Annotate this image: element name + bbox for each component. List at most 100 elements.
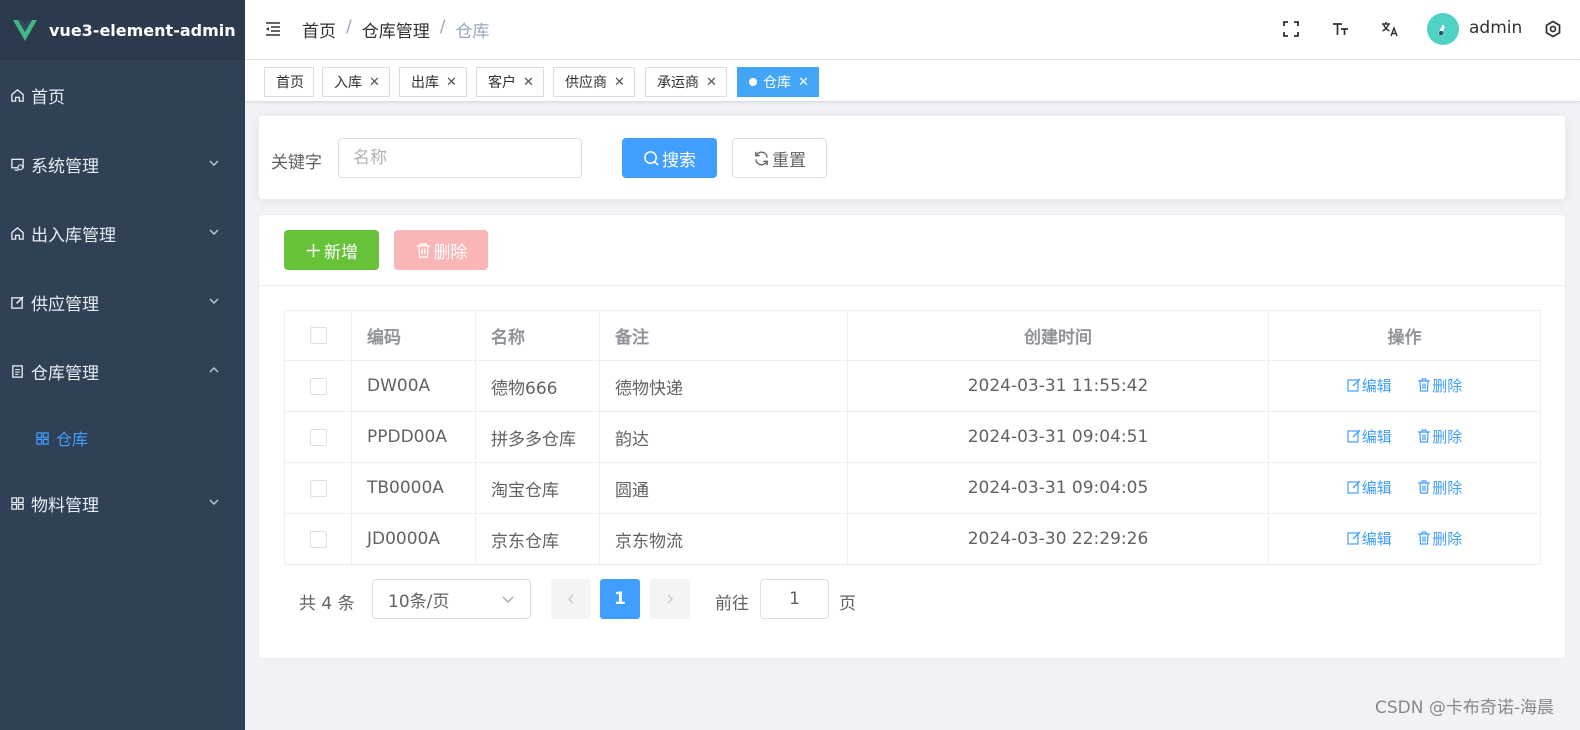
sidebar-item-supply[interactable]: 供应管理 bbox=[0, 274, 245, 330]
row-checkbox[interactable] bbox=[309, 479, 327, 497]
row-checkbox[interactable] bbox=[309, 377, 327, 395]
close-icon[interactable]: ✕ bbox=[446, 75, 457, 90]
edit-button[interactable]: 编辑 bbox=[1347, 528, 1392, 549]
cell-actions: 编辑 删除 bbox=[1268, 411, 1541, 463]
breadcrumb-item-current: 仓库 bbox=[455, 22, 490, 42]
table-row: DW00A 德物666 德物快递 2024-03-31 11:55:42 编辑 … bbox=[284, 360, 1541, 412]
chevron-down-icon bbox=[209, 298, 219, 304]
chevron-down-icon bbox=[209, 229, 219, 235]
page-button-current[interactable]: 1 bbox=[600, 579, 640, 619]
chevron-left-icon bbox=[568, 594, 574, 604]
app-title: vue3-element-admin bbox=[49, 20, 236, 40]
edit-button[interactable]: 编辑 bbox=[1347, 375, 1392, 396]
avatar[interactable] bbox=[1427, 13, 1459, 45]
column-header-name[interactable]: 名称 bbox=[475, 310, 600, 361]
document-icon bbox=[9, 363, 25, 379]
refresh-icon bbox=[755, 150, 768, 166]
tags-view: 首页 入库 ✕ 出库 ✕ 客户 ✕ 供应商 ✕ 承运商 ✕ 仓库 ✕ bbox=[245, 60, 1580, 102]
pagination-total: 共 4 条 bbox=[299, 594, 355, 614]
sidebar-item-home[interactable]: 首页 bbox=[0, 67, 245, 123]
active-dot-icon bbox=[749, 78, 757, 86]
fullscreen-icon[interactable] bbox=[1281, 19, 1301, 39]
tag-label: 供应商 bbox=[565, 75, 607, 91]
vue-logo-icon bbox=[13, 20, 37, 41]
delete-label: 删除 bbox=[1432, 376, 1463, 395]
keyword-input[interactable] bbox=[338, 138, 582, 178]
sidebar-item-warehouse-mgmt[interactable]: 仓库管理 bbox=[0, 343, 245, 399]
font-size-icon[interactable] bbox=[1331, 19, 1351, 39]
table-row: PPDD00A 拼多多仓库 韵达 2024-03-31 09:04:51 编辑 … bbox=[284, 411, 1541, 463]
sidebar-item-label: 物料管理 bbox=[31, 495, 99, 516]
cell-time: 2024-03-31 09:04:05 bbox=[847, 462, 1269, 514]
goto-page-input[interactable] bbox=[760, 579, 829, 619]
reset-button[interactable]: 重置 bbox=[732, 138, 827, 178]
goto-suffix: 页 bbox=[839, 594, 856, 614]
row-checkbox[interactable] bbox=[309, 428, 327, 446]
tag-carrier[interactable]: 承运商 ✕ bbox=[645, 67, 727, 97]
column-header-time[interactable]: 创建时间 bbox=[847, 310, 1269, 361]
tag-outbound[interactable]: 出库 ✕ bbox=[399, 67, 467, 97]
next-page-button[interactable] bbox=[650, 579, 690, 619]
chevron-right-icon bbox=[667, 594, 673, 604]
language-icon[interactable] bbox=[1380, 19, 1400, 39]
row-checkbox[interactable] bbox=[309, 530, 327, 548]
sidebar: vue3-element-admin 首页 系统管理 出入库管理 供应管理 仓库… bbox=[0, 0, 245, 730]
hamburger-icon[interactable] bbox=[264, 20, 282, 38]
breadcrumb-item-home[interactable]: 首页 bbox=[302, 17, 336, 42]
edit-label: 编辑 bbox=[1361, 529, 1392, 548]
sidebar-item-warehouse[interactable]: 仓库 bbox=[0, 410, 245, 466]
navbar: 首页 / 仓库管理 / 仓库 admin bbox=[245, 0, 1580, 60]
table-row: TB0000A 淘宝仓库 圆通 2024-03-31 09:04:05 编辑 删… bbox=[284, 462, 1541, 514]
keyword-label: 关键字 bbox=[271, 153, 322, 173]
cell-actions: 编辑 删除 bbox=[1268, 513, 1541, 565]
cell-code: PPDD00A bbox=[351, 411, 476, 463]
table-card: 新增 删除 编码 名称 备注 创建时间 操作 DW00A 德物666 德物快递 … bbox=[258, 214, 1566, 659]
cell-name: 德物666 bbox=[475, 360, 600, 412]
logo[interactable]: vue3-element-admin bbox=[0, 0, 245, 60]
close-icon[interactable]: ✕ bbox=[798, 75, 809, 90]
tag-label: 首页 bbox=[276, 75, 304, 91]
cell-note: 京东物流 bbox=[599, 513, 848, 565]
sidebar-item-label: 首页 bbox=[31, 87, 65, 108]
search-button[interactable]: 搜索 bbox=[622, 138, 717, 178]
sidebar-item-system[interactable]: 系统管理 bbox=[0, 136, 245, 192]
cell-code: JD0000A bbox=[351, 513, 476, 565]
cell-name: 京东仓库 bbox=[475, 513, 600, 565]
tag-supplier[interactable]: 供应商 ✕ bbox=[553, 67, 635, 97]
chevron-up-icon bbox=[209, 367, 219, 373]
column-header-note[interactable]: 备注 bbox=[599, 310, 848, 361]
edit-button[interactable]: 编辑 bbox=[1347, 477, 1392, 498]
add-button[interactable]: 新增 bbox=[284, 230, 379, 270]
close-icon[interactable]: ✕ bbox=[369, 75, 380, 90]
delete-button[interactable]: 删除 bbox=[1417, 477, 1462, 498]
sidebar-item-inout[interactable]: 出入库管理 bbox=[0, 205, 245, 261]
breadcrumb-item-warehouse-mgmt[interactable]: 仓库管理 bbox=[362, 17, 430, 42]
row-select-cell bbox=[284, 360, 352, 412]
username[interactable]: admin bbox=[1469, 18, 1522, 38]
tag-customer[interactable]: 客户 ✕ bbox=[476, 67, 544, 97]
page-size-select[interactable]: 10条/页 bbox=[372, 579, 531, 619]
trash-icon bbox=[1418, 429, 1431, 443]
search-button-label: 搜索 bbox=[662, 150, 696, 171]
sidebar-item-label: 供应管理 bbox=[31, 294, 99, 315]
edit-button[interactable]: 编辑 bbox=[1347, 426, 1392, 447]
delete-button[interactable]: 删除 bbox=[1417, 375, 1462, 396]
tag-inbound[interactable]: 入库 ✕ bbox=[322, 67, 390, 97]
tag-home[interactable]: 首页 bbox=[264, 67, 314, 97]
search-icon bbox=[644, 150, 659, 166]
sidebar-item-material[interactable]: 物料管理 bbox=[0, 475, 245, 531]
close-icon[interactable]: ✕ bbox=[614, 75, 625, 90]
select-all-checkbox[interactable] bbox=[309, 327, 327, 344]
prev-page-button[interactable] bbox=[551, 579, 591, 619]
settings-icon[interactable] bbox=[1543, 19, 1563, 39]
grid-icon bbox=[34, 430, 50, 446]
delete-button[interactable]: 删除 bbox=[1417, 426, 1462, 447]
row-select-cell bbox=[284, 411, 352, 463]
close-icon[interactable]: ✕ bbox=[523, 75, 534, 90]
close-icon[interactable]: ✕ bbox=[706, 75, 717, 90]
add-button-label: 新增 bbox=[324, 242, 358, 263]
delete-button[interactable]: 删除 bbox=[1417, 528, 1462, 549]
column-header-code[interactable]: 编码 bbox=[351, 310, 476, 361]
plus-icon bbox=[306, 243, 321, 257]
tag-warehouse[interactable]: 仓库 ✕ bbox=[737, 67, 819, 97]
